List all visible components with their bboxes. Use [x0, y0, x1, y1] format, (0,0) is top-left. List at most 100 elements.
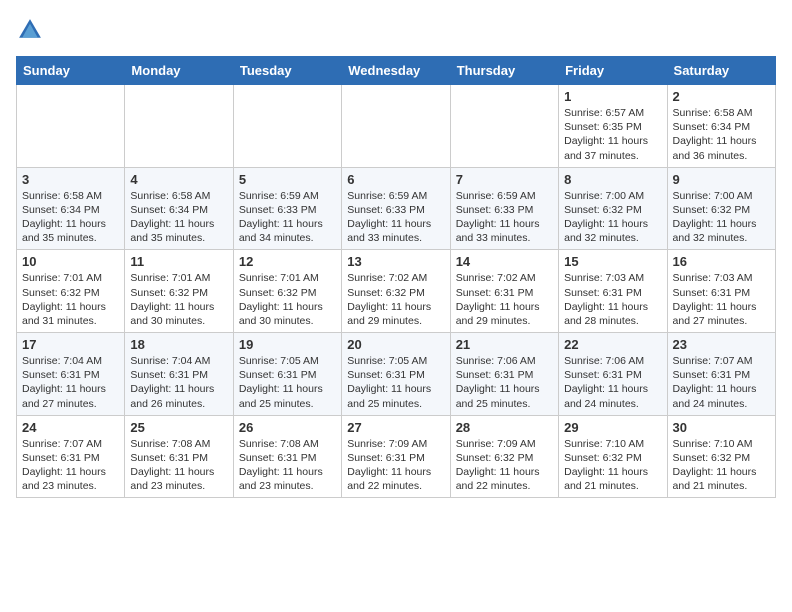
- day-info: Sunrise: 6:59 AM: [239, 189, 336, 203]
- day-info: Sunrise: 7:05 AM: [239, 354, 336, 368]
- day-info: Daylight: 11 hours and 33 minutes.: [456, 217, 553, 245]
- day-number: 17: [22, 337, 119, 352]
- calendar-cell: 6 Sunrise: 6:59 AMSunset: 6:33 PMDaylight…: [342, 167, 450, 250]
- day-info: Sunset: 6:32 PM: [347, 286, 444, 300]
- day-info: Sunset: 6:32 PM: [130, 286, 227, 300]
- day-info: Sunrise: 7:10 AM: [673, 437, 770, 451]
- calendar-cell: 29Sunrise: 7:10 AMSunset: 6:32 PMDayligh…: [559, 415, 667, 498]
- day-info: Sunset: 6:34 PM: [673, 120, 770, 134]
- day-info: Sunset: 6:33 PM: [456, 203, 553, 217]
- day-info: Sunrise: 7:03 AM: [673, 271, 770, 285]
- day-info: Sunset: 6:31 PM: [564, 368, 661, 382]
- calendar-cell: 14Sunrise: 7:02 AMSunset: 6:31 PMDayligh…: [450, 250, 558, 333]
- day-info: Sunrise: 7:00 AM: [564, 189, 661, 203]
- day-number: 22: [564, 337, 661, 352]
- day-number: 24: [22, 420, 119, 435]
- day-info: Sunrise: 7:04 AM: [22, 354, 119, 368]
- day-info: Daylight: 11 hours and 36 minutes.: [673, 134, 770, 162]
- day-info: Sunset: 6:31 PM: [456, 368, 553, 382]
- day-info: Sunset: 6:32 PM: [564, 451, 661, 465]
- day-info: Daylight: 11 hours and 32 minutes.: [673, 217, 770, 245]
- calendar-header-row: SundayMondayTuesdayWednesdayThursdayFrid…: [17, 57, 776, 85]
- day-info: Sunrise: 7:03 AM: [564, 271, 661, 285]
- day-number: 23: [673, 337, 770, 352]
- calendar-cell: 23 Sunrise: 7:07 AMSunset: 6:31 PMDayligh…: [667, 333, 775, 416]
- calendar-week-row: 17Sunrise: 7:04 AMSunset: 6:31 PMDayligh…: [17, 333, 776, 416]
- day-info: Sunset: 6:31 PM: [673, 286, 770, 300]
- day-info: Sunrise: 7:08 AM: [239, 437, 336, 451]
- day-info: Sunrise: 7:01 AM: [130, 271, 227, 285]
- day-info: Sunset: 6:31 PM: [22, 368, 119, 382]
- weekday-header: Thursday: [450, 57, 558, 85]
- day-number: 2: [673, 89, 770, 104]
- day-number: 6: [347, 172, 444, 187]
- day-info: Sunrise: 7:10 AM: [564, 437, 661, 451]
- day-info: Daylight: 11 hours and 35 minutes.: [130, 217, 227, 245]
- day-info: Sunrise: 6:59 AM: [347, 189, 444, 203]
- day-info: Sunset: 6:33 PM: [347, 203, 444, 217]
- weekday-header: Saturday: [667, 57, 775, 85]
- day-info: Sunrise: 6:58 AM: [22, 189, 119, 203]
- day-info: Sunrise: 6:57 AM: [564, 106, 661, 120]
- day-info: Sunset: 6:35 PM: [564, 120, 661, 134]
- day-number: 10: [22, 254, 119, 269]
- day-info: Sunrise: 7:07 AM: [673, 354, 770, 368]
- calendar-cell: [342, 85, 450, 168]
- day-info: Daylight: 11 hours and 21 minutes.: [673, 465, 770, 493]
- day-number: 5: [239, 172, 336, 187]
- calendar-cell: 7Sunrise: 6:59 AMSunset: 6:33 PMDaylight…: [450, 167, 558, 250]
- day-info: Daylight: 11 hours and 23 minutes.: [22, 465, 119, 493]
- day-number: 28: [456, 420, 553, 435]
- day-info: Sunset: 6:32 PM: [564, 203, 661, 217]
- calendar-cell: 9Sunrise: 7:00 AMSunset: 6:32 PMDaylight…: [667, 167, 775, 250]
- weekday-header: Monday: [125, 57, 233, 85]
- day-number: 4: [130, 172, 227, 187]
- day-info: Daylight: 11 hours and 28 minutes.: [564, 300, 661, 328]
- day-info: Sunrise: 7:08 AM: [130, 437, 227, 451]
- day-info: Daylight: 11 hours and 34 minutes.: [239, 217, 336, 245]
- calendar-cell: 28Sunrise: 7:09 AMSunset: 6:32 PMDayligh…: [450, 415, 558, 498]
- calendar-cell: [17, 85, 125, 168]
- day-info: Daylight: 11 hours and 31 minutes.: [22, 300, 119, 328]
- day-info: Daylight: 11 hours and 25 minutes.: [239, 382, 336, 410]
- day-number: 7: [456, 172, 553, 187]
- day-info: Sunset: 6:32 PM: [22, 286, 119, 300]
- day-info: Sunrise: 7:09 AM: [347, 437, 444, 451]
- day-info: Daylight: 11 hours and 29 minutes.: [347, 300, 444, 328]
- calendar-cell: 13Sunrise: 7:02 AMSunset: 6:32 PMDayligh…: [342, 250, 450, 333]
- calendar-cell: 19Sunrise: 7:05 AMSunset: 6:31 PMDayligh…: [233, 333, 341, 416]
- day-info: Daylight: 11 hours and 25 minutes.: [456, 382, 553, 410]
- day-info: Sunset: 6:31 PM: [130, 451, 227, 465]
- day-info: Sunset: 6:31 PM: [22, 451, 119, 465]
- weekday-header: Wednesday: [342, 57, 450, 85]
- weekday-header: Friday: [559, 57, 667, 85]
- calendar-cell: 8Sunrise: 7:00 AMSunset: 6:32 PMDaylight…: [559, 167, 667, 250]
- day-info: Daylight: 11 hours and 24 minutes.: [673, 382, 770, 410]
- day-info: Daylight: 11 hours and 33 minutes.: [347, 217, 444, 245]
- day-info: Sunset: 6:32 PM: [673, 203, 770, 217]
- day-info: Sunset: 6:31 PM: [456, 286, 553, 300]
- day-number: 27: [347, 420, 444, 435]
- day-info: Daylight: 11 hours and 30 minutes.: [239, 300, 336, 328]
- calendar-cell: [125, 85, 233, 168]
- day-info: Sunset: 6:31 PM: [239, 368, 336, 382]
- day-info: Daylight: 11 hours and 32 minutes.: [564, 217, 661, 245]
- day-info: Sunrise: 7:06 AM: [564, 354, 661, 368]
- day-number: 9: [673, 172, 770, 187]
- calendar-cell: [450, 85, 558, 168]
- day-info: Sunrise: 7:04 AM: [130, 354, 227, 368]
- day-info: Sunset: 6:31 PM: [673, 368, 770, 382]
- day-info: Daylight: 11 hours and 27 minutes.: [22, 382, 119, 410]
- day-info: Daylight: 11 hours and 25 minutes.: [347, 382, 444, 410]
- day-info: Sunset: 6:31 PM: [564, 286, 661, 300]
- calendar-cell: 18Sunrise: 7:04 AMSunset: 6:31 PMDayligh…: [125, 333, 233, 416]
- calendar-cell: 24Sunrise: 7:07 AMSunset: 6:31 PMDayligh…: [17, 415, 125, 498]
- calendar-week-row: 1Sunrise: 6:57 AMSunset: 6:35 PMDaylight…: [17, 85, 776, 168]
- day-number: 12: [239, 254, 336, 269]
- day-info: Sunrise: 7:06 AM: [456, 354, 553, 368]
- calendar-cell: 21Sunrise: 7:06 AMSunset: 6:31 PMDayligh…: [450, 333, 558, 416]
- day-number: 13: [347, 254, 444, 269]
- day-info: Sunset: 6:31 PM: [347, 368, 444, 382]
- day-number: 26: [239, 420, 336, 435]
- day-info: Sunset: 6:31 PM: [347, 451, 444, 465]
